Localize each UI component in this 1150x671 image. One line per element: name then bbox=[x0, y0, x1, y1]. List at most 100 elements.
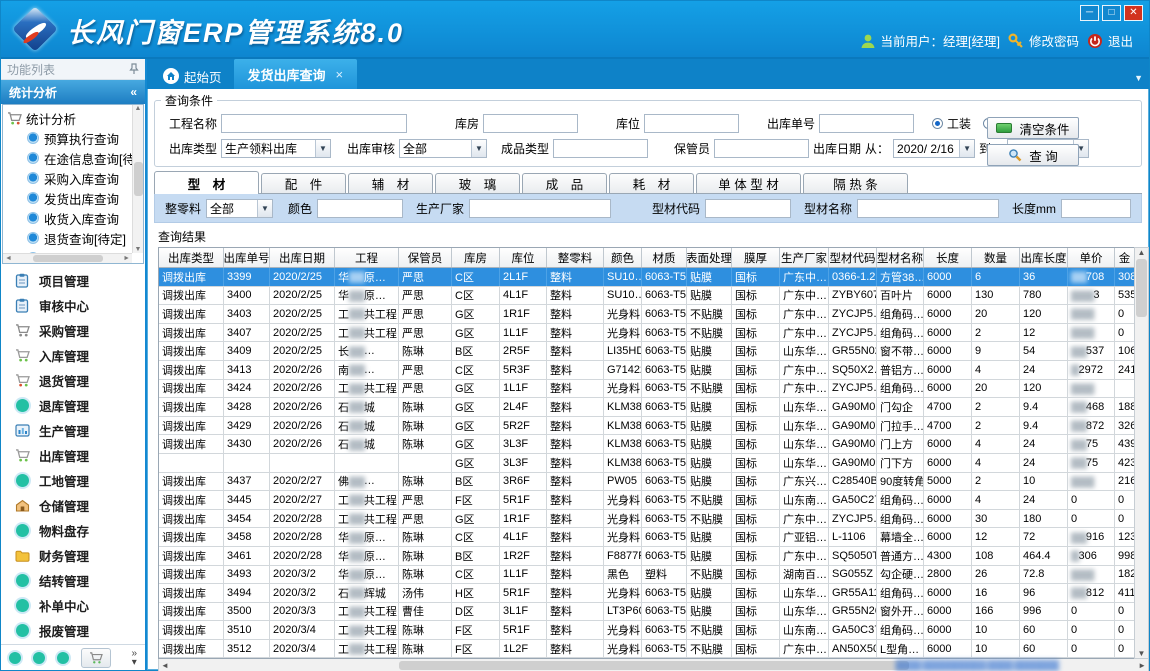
table-row[interactable]: 调拨出库34032020/2/25工▇▇共工程严思G区1R1F整料光身料6063… bbox=[159, 305, 1134, 324]
change-password-button[interactable]: 修改密码 bbox=[1008, 31, 1079, 50]
column-header[interactable]: 保管员 bbox=[399, 248, 452, 267]
tree-item[interactable]: 发货出库查询 bbox=[7, 188, 141, 208]
tab-home[interactable]: 起始页 bbox=[151, 63, 234, 89]
column-header[interactable]: 颜色 bbox=[604, 248, 642, 267]
group-header[interactable]: 统计分析 « bbox=[1, 80, 145, 104]
table-row[interactable]: 调拨出库34582020/2/28华▇▇原…陈琳C区4L1F整料光身料6063-… bbox=[159, 528, 1134, 547]
tree-item[interactable]: 退货查询[待定] bbox=[7, 228, 141, 248]
table-row[interactable]: G区3L3F整料KLM38176063-T5贴膜国标山东华…GA90M09.门下… bbox=[159, 454, 1134, 473]
collapse-icon[interactable]: « bbox=[130, 85, 137, 99]
column-header[interactable]: 出库长度 bbox=[1020, 248, 1068, 267]
table-row[interactable]: 调拨出库34302020/2/26石▇▇城陈琳G区3L3F整料KLM381760… bbox=[159, 435, 1134, 454]
profile-code-input[interactable] bbox=[705, 199, 791, 218]
material-tab[interactable]: 玻 璃 bbox=[435, 173, 520, 193]
warehouse-input[interactable] bbox=[483, 114, 578, 133]
table-row[interactable]: 调拨出库34092020/2/25长▇▇…陈琳B区2R5F整料LI35HD606… bbox=[159, 342, 1134, 361]
column-header[interactable]: 出库日期 bbox=[270, 248, 335, 267]
project-name-input[interactable] bbox=[221, 114, 407, 133]
profile-name-input[interactable] bbox=[857, 199, 999, 218]
table-row[interactable]: 调拨出库34132020/2/26南▇▇…严思C区5R3F整料G71422606… bbox=[159, 361, 1134, 380]
sidebar-item-入库管理[interactable]: 入库管理 bbox=[1, 343, 145, 368]
column-header[interactable]: 数量 bbox=[972, 248, 1020, 267]
table-row[interactable]: 调拨出库34452020/2/27工▇▇共工程严思F区5R1F整料光身料6063… bbox=[159, 491, 1134, 510]
sidebar-item-财务管理[interactable]: 财务管理 bbox=[1, 543, 145, 568]
clear-conditions-button[interactable]: 清空条件 bbox=[987, 117, 1079, 139]
column-header[interactable]: 整零料 bbox=[547, 248, 604, 267]
minimize-button[interactable]: ─ bbox=[1080, 5, 1099, 21]
footer-more-button[interactable]: »▾ bbox=[131, 649, 137, 667]
radio-gongzhuang[interactable]: 工装 bbox=[932, 115, 971, 132]
table-row[interactable]: 调拨出库35102020/3/4工▇▇共工程陈琳F区5R1F整料光身料6063-… bbox=[159, 621, 1134, 640]
table-row[interactable]: 调拨出库34932020/3/2华▇▇原…陈琳C区1L1F整料黑色塑料不贴膜国标… bbox=[159, 566, 1134, 585]
column-header[interactable]: 生产厂家 bbox=[780, 248, 829, 267]
table-row[interactable]: 调拨出库34002020/2/25华▇▇原…严思C区4L1F整料SU10…606… bbox=[159, 287, 1134, 306]
tab-active[interactable]: 发货出库查询 × bbox=[234, 59, 358, 89]
sidebar-item-退库管理[interactable]: 退库管理 bbox=[1, 393, 145, 418]
column-header[interactable]: 材质 bbox=[642, 248, 687, 267]
table-row[interactable]: 调拨出库34942020/3/2石▇▇辉城汤伟H区5R1F整料光身料6063-T… bbox=[159, 584, 1134, 603]
material-tab[interactable]: 隔 热 条 bbox=[803, 173, 908, 193]
length-input[interactable] bbox=[1061, 199, 1131, 218]
date-from-picker[interactable]: 2020/ 2/16▼ bbox=[893, 139, 975, 158]
material-tab[interactable]: 型 材 bbox=[154, 171, 259, 194]
column-header[interactable]: 库位 bbox=[500, 248, 547, 267]
material-tab[interactable]: 配 件 bbox=[261, 173, 346, 193]
material-tab[interactable]: 辅 材 bbox=[348, 173, 433, 193]
tree-item[interactable]: 预算执行查询 bbox=[7, 128, 141, 148]
maximize-button[interactable]: □ bbox=[1102, 5, 1121, 21]
table-row[interactable]: 调拨出库34242020/2/26工▇▇共工程严思G区1L1F整料光身料6063… bbox=[159, 380, 1134, 399]
footer-module-icon[interactable] bbox=[33, 652, 45, 664]
table-row[interactable]: 调拨出库34282020/2/26石▇▇城陈琳G区2L4F整料KLM381760… bbox=[159, 398, 1134, 417]
column-header[interactable]: 出库单号 bbox=[224, 248, 270, 267]
sidebar-item-采购管理[interactable]: 采购管理 bbox=[1, 318, 145, 343]
sidebar-item-物料盘存[interactable]: 物料盘存 bbox=[1, 518, 145, 543]
column-header[interactable]: 长度 bbox=[924, 248, 972, 267]
sidebar-item-退货管理[interactable]: 退货管理 bbox=[1, 368, 145, 393]
table-row[interactable]: 调拨出库34072020/2/25工▇▇共工程严思G区1L1F整料光身料6063… bbox=[159, 324, 1134, 343]
sidebar-item-报废管理[interactable]: 报废管理 bbox=[1, 618, 145, 643]
sidebar-item-仓储管理[interactable]: 仓储管理 bbox=[1, 493, 145, 518]
tree-vertical-scrollbar[interactable]: ▲▼ bbox=[132, 105, 143, 253]
tab-close-icon[interactable]: × bbox=[336, 67, 344, 82]
tree-horizontal-scrollbar[interactable]: ◄► bbox=[3, 253, 132, 263]
location-input[interactable] bbox=[644, 114, 739, 133]
sidebar-item-项目管理[interactable]: 项目管理 bbox=[1, 268, 145, 293]
table-row[interactable]: 调拨出库33992020/2/25华▇▇原…严思C区2L1F整料SU10…606… bbox=[159, 268, 1134, 287]
table-row[interactable]: 调拨出库34292020/2/26石▇▇城陈琳G区5R2F整料KLM381760… bbox=[159, 417, 1134, 436]
out-type-select[interactable]: 生产领料出库▼ bbox=[221, 139, 331, 158]
color-input[interactable] bbox=[317, 199, 403, 218]
column-header[interactable]: 型材代码 bbox=[829, 248, 877, 267]
order-no-input[interactable] bbox=[819, 114, 914, 133]
material-tab[interactable]: 耗 材 bbox=[609, 173, 694, 193]
tree-item[interactable]: 收货入库查询 bbox=[7, 208, 141, 228]
column-header[interactable]: 单价 bbox=[1068, 248, 1115, 267]
sidebar-item-生产管理[interactable]: 生产管理 bbox=[1, 418, 145, 443]
footer-cart-button[interactable] bbox=[81, 648, 111, 668]
product-type-input[interactable] bbox=[553, 139, 648, 158]
sidebar-item-结转管理[interactable]: 结转管理 bbox=[1, 568, 145, 593]
tree-item[interactable]: 在途信息查询[待 bbox=[7, 148, 141, 168]
footer-module-icon[interactable] bbox=[9, 652, 21, 664]
column-header[interactable]: 工程 bbox=[335, 248, 399, 267]
search-button[interactable]: 查 询 bbox=[987, 144, 1079, 166]
sidebar-item-出库管理[interactable]: 出库管理 bbox=[1, 443, 145, 468]
material-tab[interactable]: 单 体 型 材 bbox=[696, 173, 801, 193]
sidebar-item-工地管理[interactable]: 工地管理 bbox=[1, 468, 145, 493]
table-row[interactable]: 调拨出库34542020/2/28工▇▇共工程严思G区1R1F整料光身料6063… bbox=[159, 510, 1134, 529]
factory-input[interactable] bbox=[469, 199, 611, 218]
tab-list-caret-icon[interactable]: ▼ bbox=[1134, 73, 1143, 83]
audit-select[interactable]: 全部▼ bbox=[399, 139, 487, 158]
sidebar-item-审核中心[interactable]: 审核中心 bbox=[1, 293, 145, 318]
close-button[interactable]: ✕ bbox=[1124, 5, 1143, 21]
table-row[interactable]: 调拨出库35122020/3/4工▇▇共工程陈琳F区1L2F整料光身料6063-… bbox=[159, 640, 1134, 659]
column-header[interactable]: 型材名称 bbox=[877, 248, 924, 267]
table-vertical-scrollbar[interactable]: ▲▼ bbox=[1134, 247, 1149, 659]
column-header[interactable]: 出库类型 bbox=[159, 248, 224, 267]
footer-module-icon[interactable] bbox=[57, 652, 69, 664]
part-type-select[interactable]: 全部▼ bbox=[206, 199, 273, 218]
table-row[interactable]: 调拨出库35002020/3/3工▇▇共工程曹佳D区3L1F整料LT3P6060… bbox=[159, 603, 1134, 622]
tree-root-item[interactable]: 统计分析 bbox=[7, 108, 141, 128]
column-header[interactable]: 膜厚 bbox=[732, 248, 780, 267]
table-row[interactable]: 调拨出库34372020/2/27佛▇▇…陈琳B区3R6F整料PW056063-… bbox=[159, 473, 1134, 492]
sidebar-item-补单中心[interactable]: 补单中心 bbox=[1, 593, 145, 618]
